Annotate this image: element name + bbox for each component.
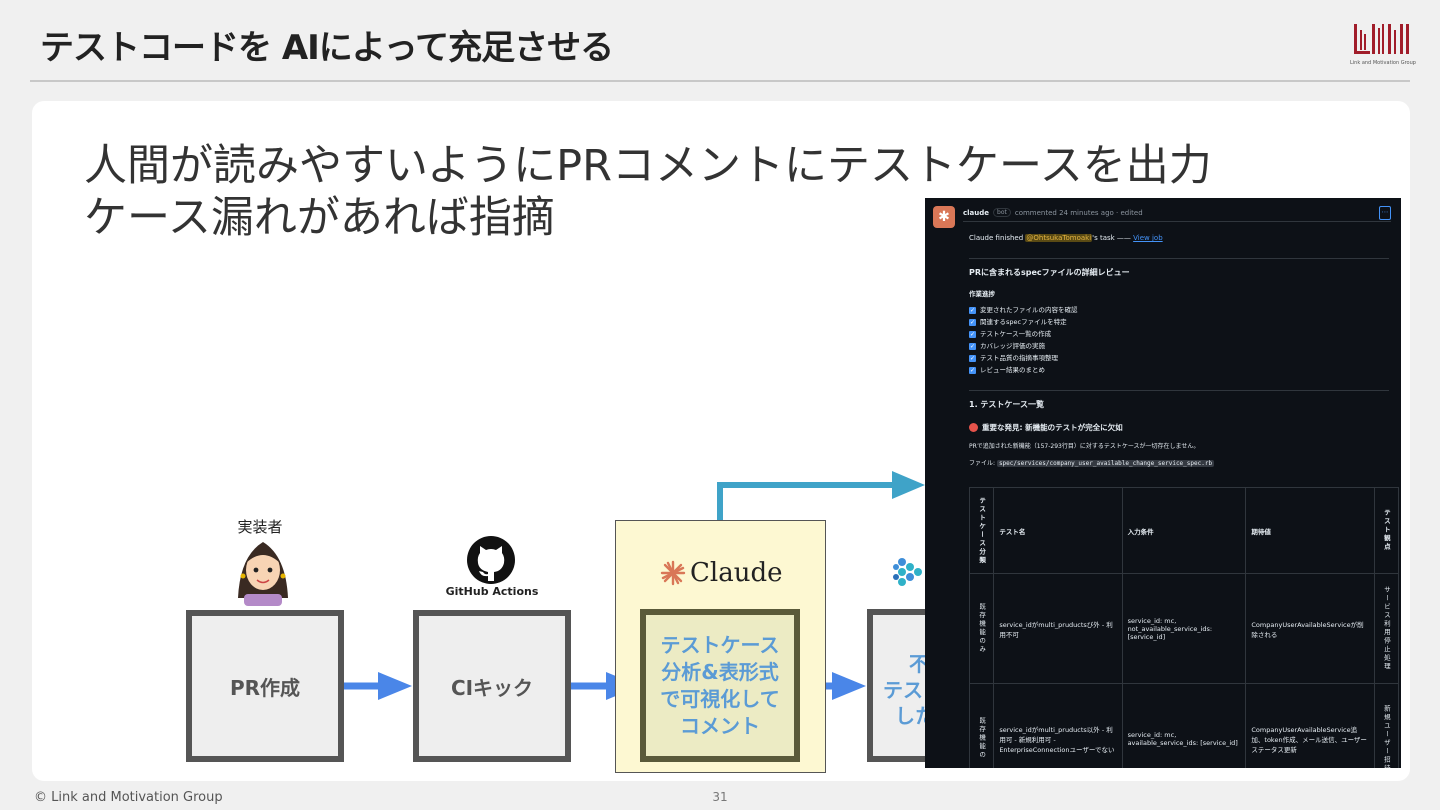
task-item: ✓ カバレッジ評価の実施 (969, 340, 1389, 352)
table-cell: 新規ユーザー招待 (1373, 683, 1400, 768)
user-mention[interactable]: @OhtsukaTomoaki (1025, 234, 1093, 242)
checkbox-checked[interactable]: ✓ (969, 330, 976, 338)
review-title: PRに含まれるspecファイルの詳細レビュー (969, 258, 1389, 278)
footer-copyright: © Link and Motivation Group (34, 790, 223, 805)
task-label: 関連するspecファイルを特定 (980, 318, 1067, 326)
step-pr-create: PR作成 (186, 610, 344, 762)
github-octocat-icon (467, 536, 515, 584)
bot-badge: bot (993, 208, 1011, 217)
step-claude-analyze: テストケース 分析&表形式 で可視化して コメント (640, 609, 800, 762)
section-title: 1. テストケース一覧 (969, 390, 1389, 410)
task-item: ✓ レビュー結果のまとめ (969, 364, 1389, 376)
checkbox-checked[interactable]: ✓ (969, 366, 976, 374)
finished-prefix: Claude finished (969, 234, 1026, 242)
logo-caption: Link and Motivation Group (1350, 60, 1416, 66)
column-header: テストケース分類 (968, 487, 995, 574)
task-list: ✓ 変更されたファイルの内容を確認 ✓ 関連するspecファイルを特定 ✓ テストケー… (969, 304, 1389, 376)
developer-avatar-icon (238, 542, 288, 606)
table-cell: service_idがmulti_pruductsび外 - 利用不可 (993, 573, 1123, 684)
task-item: ✓ テストケース一覧の作成 (969, 328, 1389, 340)
table-row: 既存機能のみ service_idがmulti_pruductsび外 - 利用不… (968, 573, 1400, 684)
step-claude-line-3: で可視化して (660, 686, 780, 711)
page-number: 31 (712, 790, 728, 804)
step-claude-line-4: コメント (680, 713, 760, 738)
headline-line-1: 人間が読みやすいようにPRコメントにテストケースを出力 (84, 141, 1212, 191)
step-next-line-2: テス (883, 678, 923, 702)
table-cell: service_id: mc, available_service_ids: [… (1121, 683, 1247, 768)
step-next-line-1: 不 (909, 652, 929, 676)
task-label: レビュー結果のまとめ (980, 366, 1045, 374)
actor-label: 実装者 (237, 518, 283, 536)
note-text: PRで追加された新機能（157-293行目）に対するテストケースが一切存在しませ… (969, 443, 1200, 450)
checkbox-checked[interactable]: ✓ (969, 318, 976, 326)
task-label: テスト品質の指摘事項整理 (980, 354, 1058, 362)
test-case-table: テストケース分類 テスト名 入力条件 期待値 テスト観点 既存機能のみ serv… (968, 487, 1400, 768)
view-job-link[interactable]: View job (1133, 234, 1163, 242)
table-row: 既存機能の service_idがmulti_pruducts以外 - 利用可 … (968, 683, 1400, 768)
comment-body: Claude finished @OhtsukaTomoaki's task —… (969, 232, 1389, 467)
progress-heading: 作業進捗 (969, 290, 995, 298)
task-label: テストケース一覧の作成 (980, 330, 1052, 338)
checkbox-checked[interactable]: ✓ (969, 342, 976, 350)
step-claude-line-2: 分析&表形式 (661, 659, 779, 684)
task-label: カバレッジ評価の実施 (980, 342, 1045, 350)
checkbox-checked[interactable]: ✓ (969, 306, 976, 314)
comment-meta[interactable]: commented 24 minutes ago · edited (1015, 209, 1143, 217)
step-claude-line-1: テストケース (660, 632, 780, 657)
column-header: 入力条件 (1121, 487, 1247, 574)
alert-text: 重要な発見: 新機能のテストが完全に欠如 (982, 423, 1123, 432)
file-line: ファイル: spec/services/company_user_availab… (969, 458, 1389, 467)
table-cell: CompanyUserAvailableService追加、token作成、メー… (1245, 683, 1375, 768)
table-cell: service_id: mc, not_available_service_id… (1121, 573, 1247, 684)
table-cell: CompanyUserAvailableServiceが削除される (1245, 573, 1375, 684)
comment-header: claude bot commented 24 minutes ago · ed… (963, 204, 1391, 222)
slide-title: テストコードを AIによって充足させる (40, 28, 614, 68)
task-item: ✓ テスト品質の指摘事項整理 (969, 352, 1389, 364)
checkbox-checked[interactable]: ✓ (969, 354, 976, 362)
task-label: 変更されたファイルの内容を確認 (980, 306, 1078, 314)
table-header-row: テストケース分類 テスト名 入力条件 期待値 テスト観点 (968, 487, 1400, 574)
claude-wordmark: Claude (690, 558, 783, 588)
table-cell: 既存機能の (968, 683, 995, 768)
claude-sunburst-icon (660, 560, 686, 586)
task-item: ✓ 変更されたファイルの内容を確認 (969, 304, 1389, 316)
file-path: spec/services/company_user_available_cha… (996, 460, 1215, 467)
step-ci-kick: CIキック (413, 610, 571, 762)
hexagon-cluster-icon (893, 558, 922, 586)
table-cell: サービス利用停止処理 (1373, 573, 1400, 684)
finished-suffix: 's task —— (1092, 234, 1134, 242)
task-finished-line: Claude finished @OhtsukaTomoaki's task —… (969, 232, 1389, 244)
file-label: ファイル: (969, 460, 997, 467)
column-header: テスト観点 (1373, 487, 1400, 574)
red-circle-icon (969, 423, 978, 432)
comment-author[interactable]: claude (963, 209, 989, 217)
alert-line: 重要な発見: 新機能のテストが完全に欠如 (969, 422, 1389, 433)
column-header: テスト名 (993, 487, 1123, 574)
title-divider (30, 80, 1410, 82)
task-item: ✓ 関連するspecファイルを特定 (969, 316, 1389, 328)
step-pr-create-label: PR作成 (229, 675, 301, 700)
claude-bot-avatar-icon: ✱ (933, 206, 955, 228)
table-cell: service_idがmulti_pruducts以外 - 利用可 - 新規利用… (993, 683, 1123, 768)
table-cell: 既存機能のみ (968, 573, 995, 684)
github-actions-label: GitHub Actions (445, 585, 539, 598)
step-ci-kick-label: CIキック (450, 675, 534, 700)
comment-menu-button[interactable]: ⋯ (1379, 205, 1391, 220)
claude-logo: Claude (660, 555, 790, 591)
pr-comment-screenshot: ✱ claude bot commented 24 minutes ago · … (925, 198, 1401, 768)
column-header: 期待値 (1245, 487, 1375, 574)
